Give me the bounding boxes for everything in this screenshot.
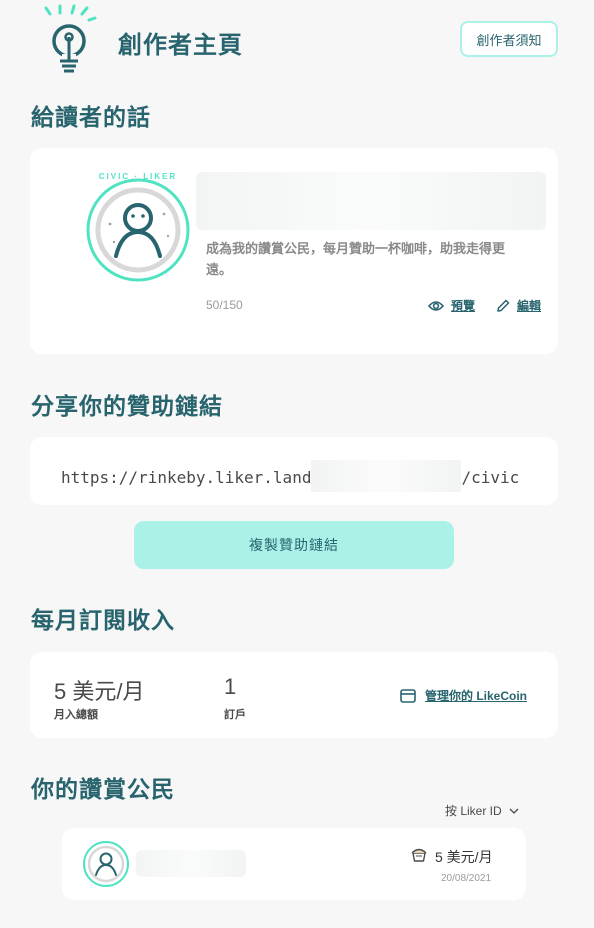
supporter-amount: 5 美元/月 bbox=[435, 849, 493, 865]
pencil-icon bbox=[497, 299, 510, 312]
reader-message: 成為我的讚賞公民，每月贊助一杯咖啡，助我走得更遠。 bbox=[206, 241, 506, 277]
civic-liker-avatar: CIVIC · LIKER bbox=[84, 172, 192, 284]
preview-button[interactable]: 預覽 bbox=[428, 297, 475, 314]
coffee-icon bbox=[410, 847, 428, 863]
edit-button[interactable]: 編輯 bbox=[496, 297, 541, 314]
share-link-card: https://rinkeby.liker.land/civic bbox=[30, 437, 558, 505]
message-card: CIVIC · LIKER 成為我的讚賞公民，每月贊助一杯咖啡，助我走得更遠。 … bbox=[30, 148, 558, 354]
supporter-avatar bbox=[82, 840, 130, 888]
copy-link-button[interactable]: 複製贊助鏈結 bbox=[134, 521, 454, 569]
supporter-date: 20/08/2021 bbox=[441, 873, 492, 884]
share-link-url-redacted bbox=[311, 460, 462, 492]
share-link-url-prefix: https://rinkeby.liker.land bbox=[61, 468, 312, 487]
manage-likecoin-link[interactable]: 管理你的 LikeCoin bbox=[400, 687, 527, 704]
income-card: 5 美元/月 月入總額 1 訂戶 管理你的 LikeCoin bbox=[30, 652, 558, 738]
monthly-total-label: 月入總額 bbox=[54, 709, 98, 721]
share-section-heading: 分享你的贊助鏈結 bbox=[31, 393, 223, 419]
char-count: 50/150 bbox=[206, 298, 243, 312]
supporter-list-item[interactable]: 5 美元/月 20/08/2021 bbox=[62, 828, 526, 900]
wallet-icon bbox=[400, 688, 416, 703]
chevron-down-icon bbox=[509, 808, 519, 814]
message-section-heading: 給讀者的話 bbox=[31, 104, 151, 130]
page-title: 創作者主頁 bbox=[118, 32, 243, 59]
monthly-total-amount: 5 美元/月 bbox=[54, 679, 145, 704]
supporter-name-redacted bbox=[136, 850, 246, 877]
logo-icon bbox=[40, 4, 100, 76]
blurred-name-field bbox=[196, 172, 546, 230]
edit-label: 編輯 bbox=[517, 299, 542, 313]
share-link-url[interactable]: https://rinkeby.liker.land/civic bbox=[61, 460, 519, 492]
sort-label: 按 Liker ID bbox=[445, 804, 502, 818]
creator-guide-button[interactable]: 創作者須知 bbox=[460, 21, 558, 57]
manage-likecoin-label: 管理你的 LikeCoin bbox=[425, 689, 528, 703]
subscriber-count: 1 bbox=[224, 674, 237, 699]
subscriber-label: 訂戶 bbox=[224, 709, 246, 721]
income-section-heading: 每月訂閱收入 bbox=[31, 607, 175, 633]
eye-icon bbox=[428, 300, 444, 311]
share-link-url-suffix: /civic bbox=[461, 468, 520, 487]
sort-dropdown[interactable]: 按 Liker ID bbox=[445, 802, 519, 819]
supporters-section-heading: 你的讚賞公民 bbox=[31, 776, 175, 802]
civic-liker-badge-text: CIVIC · LIKER bbox=[98, 172, 178, 181]
preview-label: 預覽 bbox=[451, 299, 476, 313]
